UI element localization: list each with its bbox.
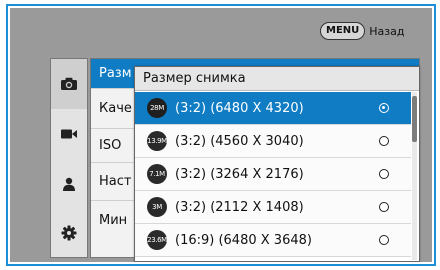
option-size-28m[interactable]: 28M (3:2) (6480 X 4320) bbox=[135, 92, 411, 125]
image-size-popup: Размер снимка 28M (3:2) (6480 X 4320) 13… bbox=[134, 66, 420, 262]
person-icon bbox=[63, 177, 75, 191]
radio-icon[interactable] bbox=[379, 235, 389, 245]
option-label: (3:2) (4560 X 3040) bbox=[175, 133, 304, 149]
option-label: (3:2) (6480 X 4320) bbox=[175, 100, 304, 116]
option-label: (16:9) (6480 X 3648) bbox=[175, 232, 312, 248]
radio-icon[interactable] bbox=[379, 169, 389, 179]
tab-video[interactable] bbox=[51, 109, 87, 159]
menu-category-tabs bbox=[50, 58, 88, 258]
settings-gear-icon bbox=[61, 225, 77, 241]
popup-title: Размер снимка bbox=[135, 67, 419, 91]
camera-icon bbox=[61, 77, 77, 90]
option-label: (3:2) (2112 X 1408) bbox=[175, 199, 304, 215]
radio-icon[interactable] bbox=[379, 202, 389, 212]
size-badge-icon: 3M bbox=[147, 197, 167, 217]
size-badge-icon: 28M bbox=[147, 98, 167, 118]
back-label: Назад bbox=[369, 24, 405, 38]
radio-selected-icon[interactable] bbox=[379, 103, 389, 113]
camera-menu-frame: MENU Назад Разм Каче ISO Наст Мин Размер… bbox=[6, 4, 436, 266]
tab-camera[interactable] bbox=[51, 59, 87, 109]
option-size-3m[interactable]: 3M (3:2) (2112 X 1408) bbox=[135, 191, 411, 224]
tab-settings[interactable] bbox=[51, 209, 87, 257]
video-camera-icon bbox=[61, 129, 77, 139]
size-badge-icon: 13.9M bbox=[147, 131, 167, 151]
option-size-13-9m[interactable]: 13.9M (3:2) (4560 X 3040) bbox=[135, 125, 411, 158]
popup-scrollbar[interactable] bbox=[412, 92, 417, 260]
option-label: (3:2) (3264 X 2176) bbox=[175, 166, 304, 182]
radio-icon[interactable] bbox=[379, 136, 389, 146]
scrollbar-thumb[interactable] bbox=[412, 96, 417, 142]
camera-screen: MENU Назад Разм Каче ISO Наст Мин Размер… bbox=[10, 8, 432, 262]
option-size-23-6m[interactable]: 23.6M (16:9) (6480 X 3648) bbox=[135, 224, 411, 257]
back-button[interactable]: MENU Назад bbox=[320, 21, 405, 41]
option-size-7-1m[interactable]: 7.1M (3:2) (3264 X 2176) bbox=[135, 158, 411, 191]
size-badge-icon: 7.1M bbox=[147, 164, 167, 184]
size-badge-icon: 23.6M bbox=[147, 230, 167, 250]
tab-person[interactable] bbox=[51, 159, 87, 209]
menu-key-label: MENU bbox=[320, 22, 366, 40]
